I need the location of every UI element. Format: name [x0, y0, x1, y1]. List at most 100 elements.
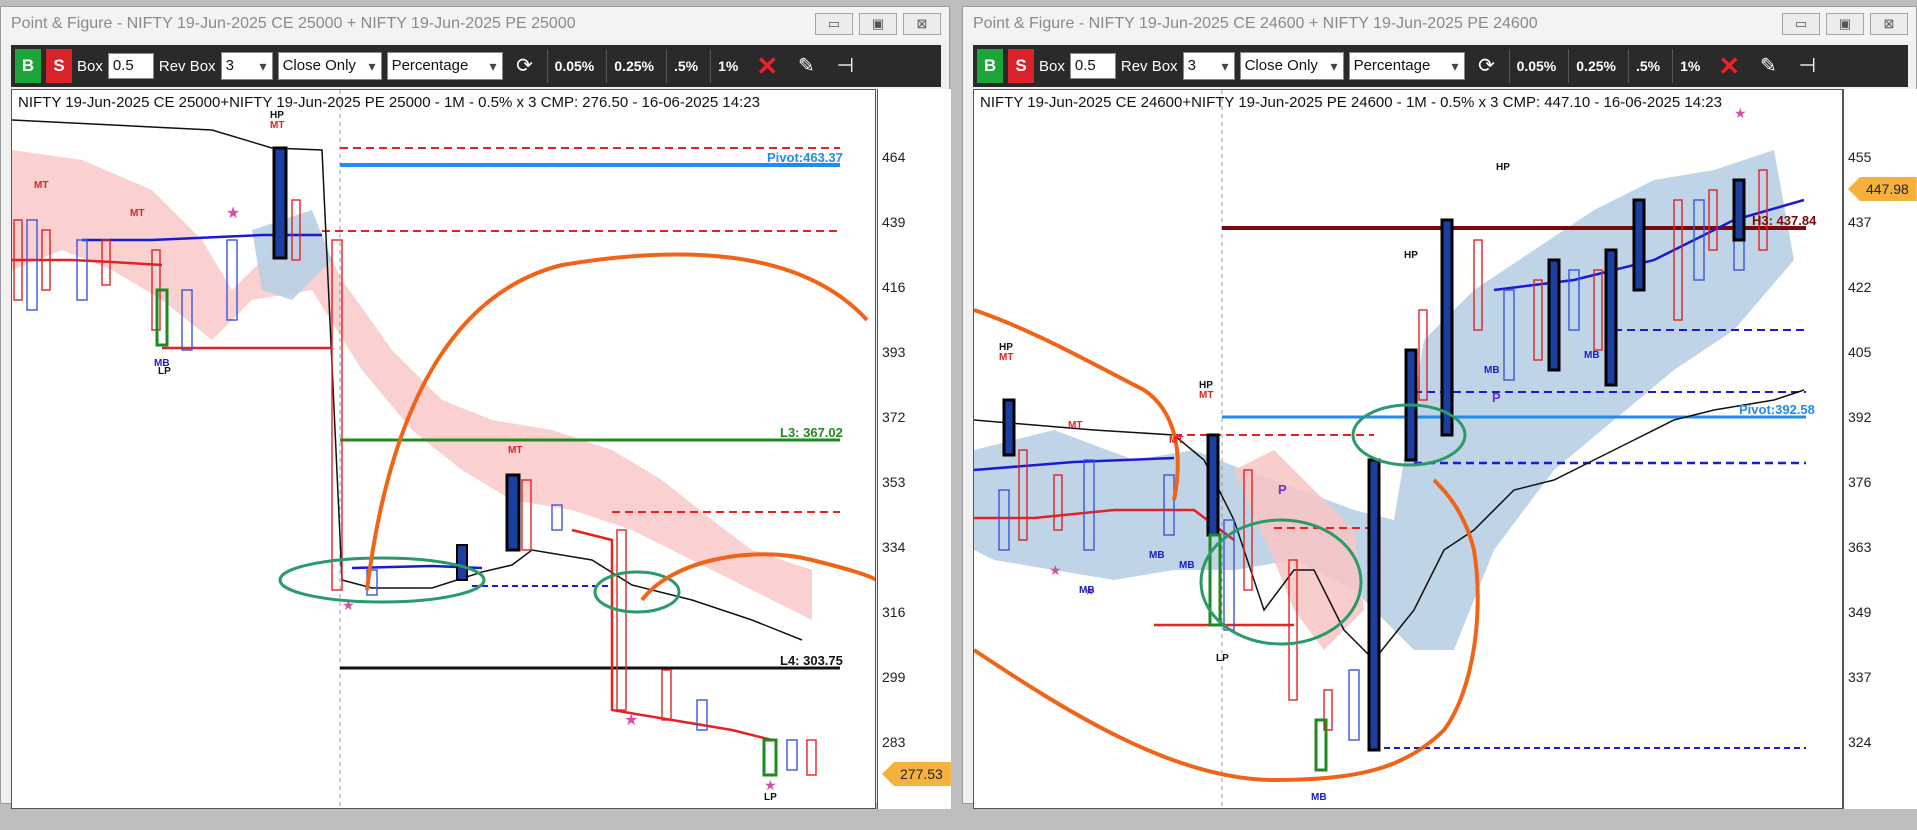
delete-icon[interactable]: ✕ — [750, 49, 784, 83]
y-tick: 416 — [882, 279, 906, 295]
left-chart-area[interactable]: ★ ★ ★ ★ NIFTY 19-Jun-2025 CE 25000+NIFTY… — [11, 89, 876, 809]
p-marker: P — [1492, 390, 1501, 405]
left-y-axis: 464 439 416 393 372 353 334 316 299 283 … — [877, 89, 951, 809]
right-chart-canvas: ★ ★ ★ — [974, 90, 1806, 808]
box-05-button[interactable]: .5% — [1627, 49, 1667, 83]
minimize-button[interactable]: ▭ — [1782, 13, 1820, 35]
right-window-title: Point & Figure - NIFTY 19-Jun-2025 CE 24… — [963, 7, 1916, 41]
y-tick: 334 — [882, 539, 906, 555]
left-toolbar: B S Box 0.5 Rev Box 3 Close Only Percent… — [11, 45, 941, 87]
mt-marker: MT — [508, 445, 523, 456]
sell-button[interactable]: S — [1008, 49, 1034, 83]
y-tick: 316 — [882, 604, 906, 620]
close-button[interactable]: ⊠ — [903, 13, 941, 35]
p-marker: P — [1278, 482, 1287, 497]
mt-marker: MT — [1068, 420, 1083, 431]
hp-marker: HP — [1404, 250, 1418, 261]
delete-icon[interactable]: ✕ — [1712, 49, 1746, 83]
mt-marker: MT — [270, 120, 285, 131]
mt-marker: MT — [34, 180, 49, 191]
right-chart-area[interactable]: ★ ★ ★ NIFTY 19-Jun-2025 CE 24600+NIFTY 1… — [973, 89, 1843, 809]
rev-box-select[interactable]: 3 — [220, 52, 273, 80]
box-05-button[interactable]: .5% — [665, 49, 705, 83]
h3-label: H3: 437.84 — [1752, 213, 1817, 228]
y-tick: 455 — [1848, 149, 1872, 165]
pivot-label: Pivot:463.37 — [767, 150, 843, 165]
minimize-button[interactable]: ▭ — [815, 13, 853, 35]
svg-text:★: ★ — [1049, 562, 1062, 578]
mt-marker: MT — [999, 352, 1014, 363]
y-tick: 363 — [1848, 539, 1872, 555]
y-tick: 353 — [882, 474, 906, 490]
restore-button[interactable]: ▣ — [1826, 13, 1864, 35]
y-tick: 439 — [882, 214, 906, 230]
mb-marker: MB — [1179, 560, 1195, 571]
rev-box-label: Rev Box — [1120, 57, 1178, 75]
mb-marker: MB — [1149, 550, 1165, 561]
lp-marker: LP — [764, 792, 777, 803]
right-chart-window: Point & Figure - NIFTY 19-Jun-2025 CE 24… — [962, 6, 1917, 809]
box-025-button[interactable]: 0.25% — [606, 49, 661, 83]
scale-select[interactable]: Percentage — [1348, 52, 1465, 80]
left-chart-window: Point & Figure - NIFTY 19-Jun-2025 CE 25… — [0, 6, 951, 809]
y-tick: 337 — [1848, 669, 1872, 685]
mt-marker: MT — [130, 208, 145, 219]
refresh-icon[interactable]: ⟳ — [1470, 49, 1504, 83]
right-y-axis: 455 437 422 405 392 376 363 349 337 324 … — [1843, 89, 1917, 809]
cmp-price-tag: 447.98 — [1848, 177, 1917, 201]
scale-select[interactable]: Percentage — [386, 52, 503, 80]
l4-label: L4: 303.75 — [780, 653, 843, 668]
left-chart-canvas: ★ ★ ★ ★ — [12, 90, 875, 808]
pin-icon[interactable]: ⊣ — [1790, 49, 1824, 83]
svg-text:★: ★ — [226, 205, 240, 222]
rev-box-select[interactable]: 3 — [1182, 52, 1235, 80]
refresh-icon[interactable]: ⟳ — [508, 49, 542, 83]
mb-marker: MB — [1311, 792, 1327, 803]
l3-label: L3: 367.02 — [780, 425, 843, 440]
right-chart-title: NIFTY 19-Jun-2025 CE 24600+NIFTY 19-Jun-… — [980, 94, 1722, 111]
svg-text:★: ★ — [1734, 105, 1747, 121]
y-tick: 392 — [1848, 409, 1872, 425]
cloud-red — [12, 150, 812, 620]
box-1-button[interactable]: 1% — [710, 49, 745, 83]
sell-button[interactable]: S — [46, 49, 72, 83]
close-button[interactable]: ⊠ — [1870, 13, 1908, 35]
box-025-button[interactable]: 0.25% — [1568, 49, 1623, 83]
buy-button[interactable]: B — [977, 49, 1003, 83]
lp-marker: LP — [1216, 653, 1229, 664]
box-005-button[interactable]: 0.05% — [546, 49, 602, 83]
buy-button[interactable]: B — [15, 49, 41, 83]
restore-button[interactable]: ▣ — [859, 13, 897, 35]
box-1-button[interactable]: 1% — [1672, 49, 1707, 83]
svg-text:★: ★ — [764, 777, 777, 793]
box-size-input[interactable]: 0.5 — [107, 53, 154, 79]
cloud-blue — [974, 150, 1794, 650]
rev-box-label: Rev Box — [158, 57, 216, 75]
left-window-title: Point & Figure - NIFTY 19-Jun-2025 CE 25… — [1, 7, 949, 41]
mb-marker: MB — [1584, 350, 1600, 361]
box-size-input[interactable]: 0.5 — [1069, 53, 1116, 79]
pin-icon[interactable]: ⊣ — [828, 49, 862, 83]
y-tick: 422 — [1848, 279, 1872, 295]
svg-text:★: ★ — [624, 712, 638, 729]
hp-marker: HP — [1496, 162, 1510, 173]
method-select[interactable]: Close Only — [1239, 52, 1344, 80]
y-tick: 349 — [1848, 604, 1872, 620]
method-select[interactable]: Close Only — [277, 52, 382, 80]
box-label: Box — [1039, 57, 1065, 75]
y-tick: 464 — [882, 149, 906, 165]
y-tick: 299 — [882, 669, 906, 685]
cmp-price-tag: 277.53 — [882, 762, 951, 786]
lp-marker: LP — [158, 366, 171, 377]
mt-marker: MT — [1169, 435, 1184, 446]
mb-marker: MB — [1484, 365, 1500, 376]
left-chart-title: NIFTY 19-Jun-2025 CE 25000+NIFTY 19-Jun-… — [18, 94, 760, 111]
box-005-button[interactable]: 0.05% — [1508, 49, 1564, 83]
mt-marker: MT — [1199, 390, 1214, 401]
mb-marker: MB — [1079, 585, 1095, 596]
y-tick: 405 — [1848, 344, 1872, 360]
y-tick: 372 — [882, 409, 906, 425]
edit-icon[interactable]: ✎ — [789, 49, 823, 83]
y-tick: 324 — [1848, 734, 1872, 750]
edit-icon[interactable]: ✎ — [1751, 49, 1785, 83]
